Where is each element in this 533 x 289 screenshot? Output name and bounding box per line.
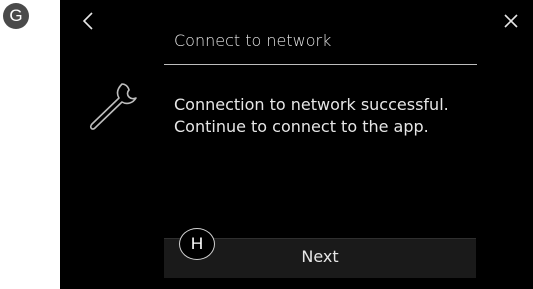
annotation-marker-h: H <box>179 228 215 260</box>
status-message-line-2: Continue to connect to the app. <box>174 117 429 136</box>
close-icon <box>504 14 518 28</box>
wrench-icon <box>82 78 144 136</box>
appliance-display-screen: Connect to network Connection to network… <box>60 0 533 289</box>
close-button[interactable] <box>499 8 525 36</box>
title-divider <box>164 64 477 65</box>
page-title: Connect to network <box>174 31 332 50</box>
status-message-line-1: Connection to network successful. <box>174 95 449 114</box>
status-message: Connection to network successful. Contin… <box>174 94 504 138</box>
back-button[interactable] <box>78 8 100 36</box>
chevron-left-icon <box>82 12 93 30</box>
annotation-marker-g: G <box>3 3 29 29</box>
